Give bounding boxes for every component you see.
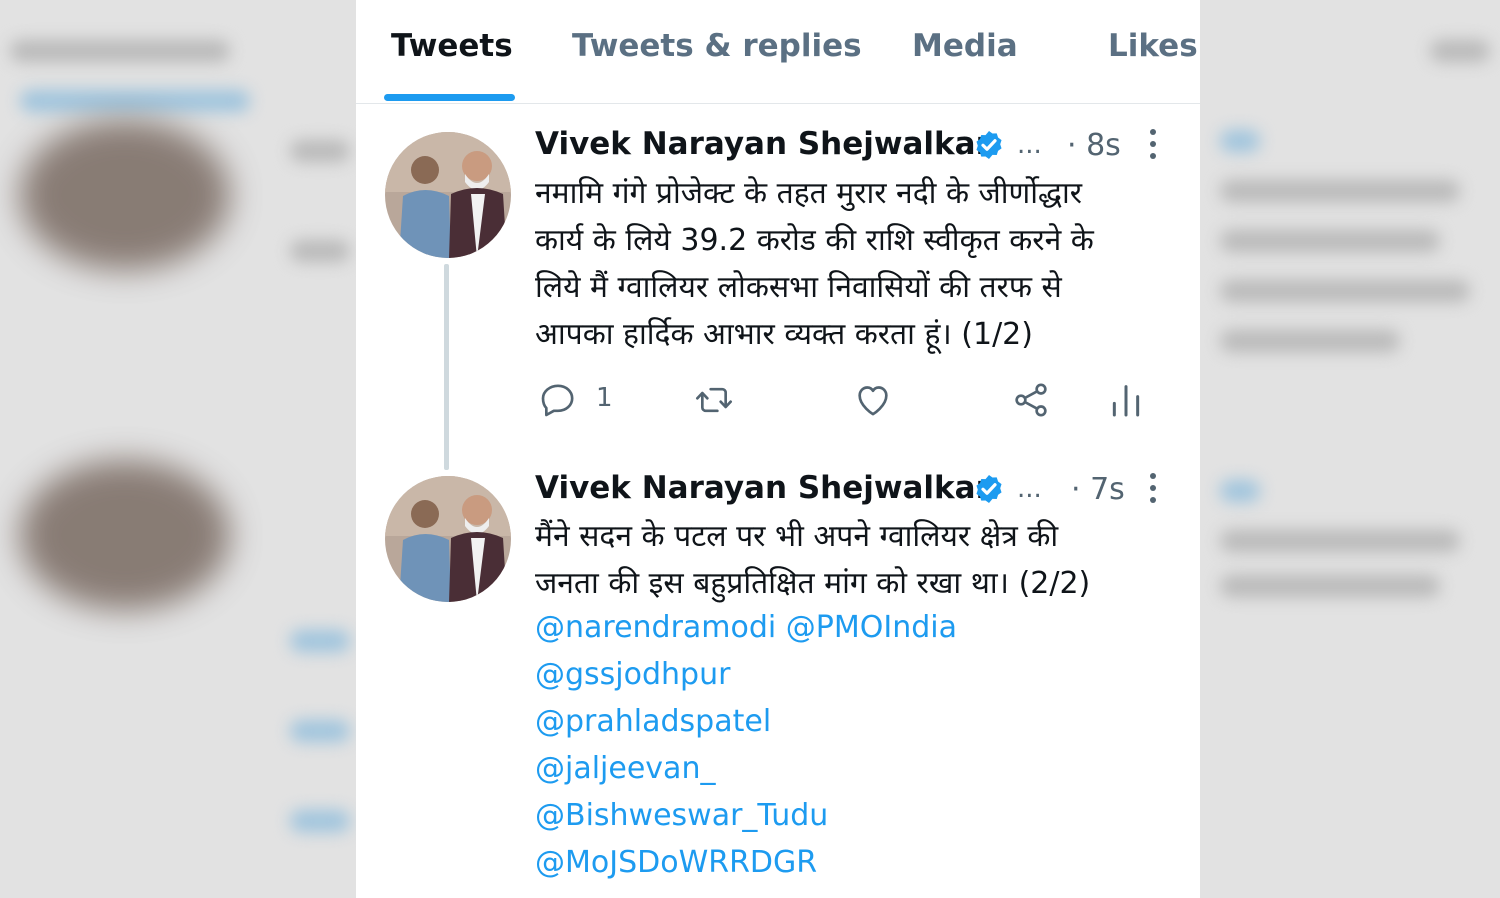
tab-tweets-and-replies[interactable]: Tweets & replies: [572, 28, 862, 64]
more-icon[interactable]: [1145, 470, 1161, 506]
active-tab-indicator: [384, 94, 515, 101]
author-handle: ...: [1017, 130, 1042, 160]
avatar[interactable]: [385, 476, 511, 602]
author-name[interactable]: Vivek Narayan Shejwalkar: [535, 126, 991, 162]
profile-tabs: Tweets Tweets & replies Media Likes: [356, 0, 1200, 104]
mention-line[interactable]: @jaljeevan_: [535, 751, 715, 786]
tweet-feed-card: Tweets Tweets & replies Media Likes Vive…: [356, 0, 1200, 898]
author-name[interactable]: Vivek Narayan Shejwalkar: [535, 470, 991, 506]
tab-likes[interactable]: Likes: [1108, 28, 1198, 64]
tweet-text-line: नमामि गंगे प्रोजेक्ट के तहत मुरार नदी के…: [535, 176, 1083, 211]
avatar[interactable]: [385, 132, 511, 258]
tweet-text-line: कार्य के लिये 39.2 करोड की राशि स्वीकृत …: [535, 223, 1094, 258]
mention-line[interactable]: @gssjodhpur: [535, 657, 730, 692]
tweet-header: Vivek Narayan Shejwalkar ... · 7s: [535, 470, 1175, 510]
more-icon[interactable]: [1145, 126, 1161, 162]
tweet-timestamp[interactable]: · 7s: [1071, 472, 1125, 507]
reply-icon[interactable]: [538, 380, 578, 420]
tweet-timestamp[interactable]: · 8s: [1067, 128, 1121, 163]
tweet-text-line: जनता की इस बहुप्रतिक्षित मांग को रखा था।…: [535, 566, 1091, 601]
blurred-background-left: [0, 0, 356, 898]
reply-count: 1: [596, 383, 613, 413]
like-icon[interactable]: [853, 380, 893, 420]
share-icon[interactable]: [1011, 380, 1051, 420]
mention-line[interactable]: @Bishweswar_Tudu: [535, 798, 828, 833]
tweet-text-line: मैंने सदन के पटल पर भी अपने ग्वालियर क्ष…: [535, 519, 1059, 554]
verified-badge-icon: [976, 475, 1002, 503]
blurred-background-right: [1200, 0, 1500, 898]
tweet-text-line: आपका हार्दिक आभार व्यक्त करता हूं। (1/2): [535, 317, 1033, 352]
mention-line[interactable]: @narendramodi @PMOIndia: [535, 610, 957, 645]
mention-line[interactable]: @prahladspatel: [535, 704, 771, 739]
tweet-header: Vivek Narayan Shejwalkar ... · 8s: [535, 126, 1175, 166]
tweet-text: नमामि गंगे प्रोजेक्ट के तहत मुरार नदी के…: [535, 170, 1175, 358]
tweet-text: मैंने सदन के पटल पर भी अपने ग्वालियर क्ष…: [535, 513, 1175, 607]
verified-badge-icon: [976, 131, 1002, 159]
tweet-text-line: लिये मैं ग्वालियर लोकसभा निवासियों की तर…: [535, 270, 1062, 305]
retweet-icon[interactable]: [694, 380, 734, 420]
thread-connector-line: [444, 264, 449, 470]
tab-tweets[interactable]: Tweets: [391, 28, 513, 64]
analytics-icon[interactable]: [1106, 380, 1146, 420]
mention-line[interactable]: @MoJSDoWRRDGR: [535, 845, 817, 880]
tab-media[interactable]: Media: [912, 28, 1018, 64]
tweet-actions: 1: [356, 380, 1200, 424]
author-handle: ...: [1017, 474, 1042, 504]
